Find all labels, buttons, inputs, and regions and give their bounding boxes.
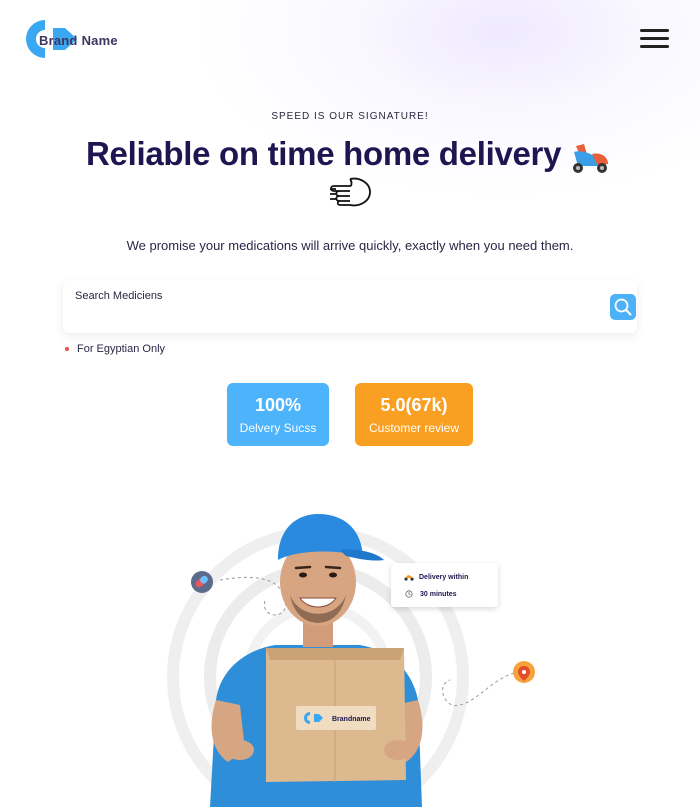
fist-icon (330, 177, 371, 207)
stat-value: 100% (254, 395, 302, 415)
stat-label: Delvery Sucss (239, 421, 317, 435)
delivery-card-line2: 30 minutes (420, 590, 457, 598)
menu-icon[interactable] (640, 29, 670, 49)
hero-subtitle: We promise your medications will arrive … (126, 238, 574, 253)
location-pin-icon (513, 661, 535, 683)
hero-eyebrow: SPEED IS OUR SIGNATURE! (271, 111, 429, 122)
stat-card-reviews: 5.0(67k) Customer review (355, 383, 473, 446)
box-brand-label: Brandname (332, 716, 371, 723)
brand-logo[interactable]: Brand Name (25, 18, 118, 58)
stat-label: Customer review (368, 421, 460, 435)
search-bar (63, 280, 637, 333)
search-icon (614, 298, 632, 316)
brand-logo-text: Brand Name (39, 33, 118, 48)
stat-card-delivery: 100% Delvery Sucss (227, 383, 329, 446)
search-button[interactable] (610, 294, 636, 320)
pill-icon (191, 571, 213, 593)
note-bullet (65, 347, 69, 351)
delivery-card-line1: Delivery within (419, 573, 469, 581)
stat-value: 5.0(67k) (380, 395, 448, 415)
delivery-time-card: Delivery within 30 minutes (391, 563, 498, 607)
search-input[interactable] (75, 290, 595, 302)
region-note: For Egyptian Only (65, 343, 165, 355)
hero-title: Reliable on time home delivery (86, 135, 562, 172)
delivery-man-illustration: Brandname (167, 514, 535, 807)
brand-logo-icon: Brand Name (25, 18, 118, 58)
region-note-text: For Egyptian Only (77, 343, 166, 355)
scooter-icon (573, 144, 608, 173)
clock-icon (405, 590, 413, 598)
scooter-icon (404, 575, 414, 581)
